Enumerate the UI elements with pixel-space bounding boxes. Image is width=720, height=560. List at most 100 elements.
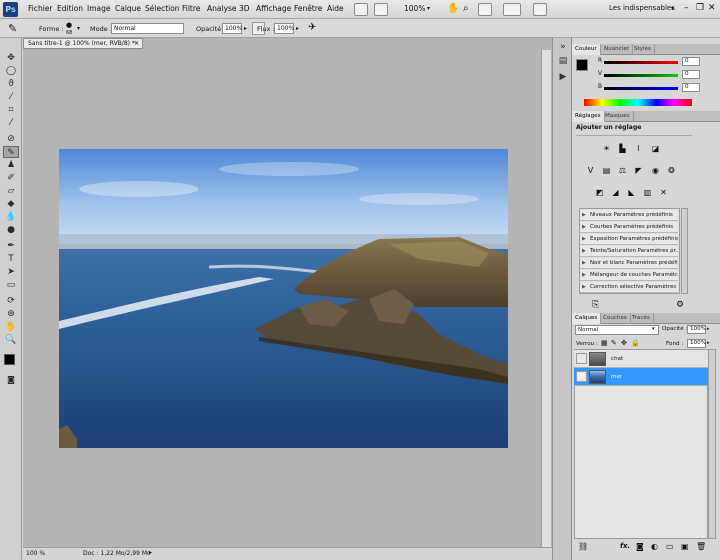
3d-rotate-tool-icon[interactable]: ⟳ [3,295,19,307]
add-mask-icon[interactable]: ◙ [636,542,644,551]
channel-v-slider[interactable] [604,74,678,77]
menu-affichage[interactable]: Affichage [256,4,291,13]
mode-select[interactable]: Normal [111,23,184,34]
document-vertical-scrollbar[interactable] [541,50,551,547]
chevron-right-icon[interactable]: ▸ [296,25,299,32]
curves-icon[interactable]: ⌇ [633,143,644,154]
channel-mixer-icon[interactable]: ❂ [666,165,677,176]
photo-filter-icon[interactable]: ◉ [650,165,661,176]
type-tool-icon[interactable]: T [3,253,19,265]
grid-icon[interactable] [478,3,492,16]
hue-saturation-icon[interactable]: ▤ [601,165,612,176]
screen-mode-icon[interactable] [533,3,547,16]
layer-opacity-field[interactable]: 100% [687,325,706,334]
tab-calques[interactable]: Calques [572,313,602,324]
workspace-switcher[interactable]: Les indispensables [609,4,675,12]
crop-tool-icon[interactable]: ⌗ [3,104,19,116]
path-selection-tool-icon[interactable]: ➤ [3,266,19,278]
lock-all-icon[interactable]: 🔒 [631,339,640,347]
link-layers-icon[interactable]: ⛓ [578,542,588,551]
hand-icon[interactable]: ✋ [447,3,459,14]
channel-b-value[interactable]: 0 [682,83,700,92]
flux-field[interactable]: 100% [274,23,294,34]
quick-mask-icon[interactable]: ◙ [3,374,19,386]
zoom-level-select[interactable]: 100% [404,4,425,13]
exposure-icon[interactable]: ◪ [650,143,661,154]
minimize-icon[interactable]: – [684,3,689,13]
color-foreground-swatch[interactable] [576,59,588,71]
tab-reglages[interactable]: Réglages [572,111,605,122]
trash-icon[interactable]: 🗑 [696,542,706,551]
lock-pixels-icon[interactable]: ✎ [611,339,617,347]
tab-masques[interactable]: Masques [602,111,634,122]
selective-color-icon[interactable]: ✕ [658,187,669,198]
menu-selection[interactable]: Sélection [145,4,180,13]
blend-mode-select[interactable]: Normal [575,325,659,335]
zoom-tool-icon[interactable]: 🔍 [3,334,19,346]
threshold-icon[interactable]: ◣ [626,187,637,198]
blur-tool-icon[interactable]: 💧 [3,211,19,223]
restore-icon[interactable]: ❐ [696,3,704,13]
new-layer-icon[interactable]: ▣ [681,542,689,551]
preset-exposition[interactable]: Exposition Paramètres prédéfinis [580,234,678,245]
minibridge-icon[interactable] [374,3,388,16]
brush-shape-icon[interactable]: ● [66,21,72,29]
clone-stamp-tool-icon[interactable]: ♟ [3,159,19,171]
history-brush-tool-icon[interactable]: ✐ [3,172,19,184]
paint-bucket-tool-icon[interactable]: ◆ [3,198,19,210]
chevron-right-icon[interactable]: ▸ [244,25,247,32]
preset-correction-selective[interactable]: Correction sélective Paramètres ... [580,282,678,293]
chevron-right-icon[interactable]: ▸ [707,340,710,346]
presets-scrollbar[interactable] [681,208,688,294]
channel-v-value[interactable]: 0 [682,70,700,79]
image-canvas[interactable] [59,149,508,448]
collapse-panels-icon[interactable]: » [557,42,569,53]
menu-3d[interactable]: 3D [239,4,250,13]
eye-icon[interactable]: 👁 [576,371,587,382]
menu-fenetre[interactable]: Fenêtre [294,4,322,13]
pen-tool-icon[interactable]: ✒ [3,240,19,252]
vibrance-icon[interactable]: V [585,165,596,176]
brush-tool-preset-icon[interactable]: ✎ [8,22,17,35]
chevron-down-icon[interactable]: ▾ [77,25,80,32]
zoom-icon[interactable]: ⌕ [463,3,469,14]
brightness-icon[interactable]: ☀ [601,143,612,154]
layers-scrollbar[interactable] [708,349,716,539]
menu-calque[interactable]: Calque [115,4,141,13]
tab-couches[interactable]: Couches [600,313,631,324]
brush-tool-icon[interactable]: ✎ [3,146,19,158]
channel-b-slider[interactable] [604,87,678,90]
menu-filtre[interactable]: Filtre [182,4,200,13]
lock-position-icon[interactable]: ✥ [621,339,627,347]
clip-to-layer-icon[interactable]: ⎘ [592,300,599,310]
eraser-tool-icon[interactable]: ▱ [3,185,19,197]
black-white-icon[interactable]: ◤ [633,165,644,176]
preset-teinte-saturation[interactable]: Teinte/Saturation Paramètres pr... [580,246,678,257]
layer-name-chat[interactable]: chat [611,356,623,362]
layer-name-mer[interactable]: mer [611,374,622,380]
actions-panel-icon[interactable]: ▶ [557,72,569,83]
spot-healing-tool-icon[interactable]: ⊘ [3,133,19,145]
new-adjustment-layer-icon[interactable]: ◐ [651,542,658,551]
chevron-right-icon[interactable]: ▸ [149,549,152,556]
fill-field[interactable]: 100% [687,339,706,348]
bridge-icon[interactable] [354,3,368,16]
color-spectrum-ramp[interactable] [584,99,692,106]
gradient-map-icon[interactable]: ▥ [642,187,653,198]
lock-transparency-icon[interactable]: ▦ [601,339,608,347]
menu-aide[interactable]: Aide [327,4,344,13]
chevron-right-icon[interactable]: ▸ [707,326,710,332]
menu-image[interactable]: Image [87,4,111,13]
status-zoom-field[interactable]: 100 % [26,550,45,557]
close-tab-icon[interactable]: ✕ [134,39,139,48]
foreground-color-swatch[interactable] [4,354,15,365]
channel-r-value[interactable]: 0 [682,57,700,66]
shape-tool-icon[interactable]: ▭ [3,279,19,291]
layer-row-mer[interactable]: 👁 mer [574,368,708,386]
posterize-icon[interactable]: ◢ [610,187,621,198]
layer-visibility-toggle[interactable] [576,353,587,364]
tab-traces[interactable]: Tracés [629,313,654,324]
menu-fichier[interactable]: Fichier [28,4,53,13]
adjustment-options-icon[interactable]: ⚙ [676,300,684,310]
opacity-field[interactable]: 100% [222,23,242,34]
